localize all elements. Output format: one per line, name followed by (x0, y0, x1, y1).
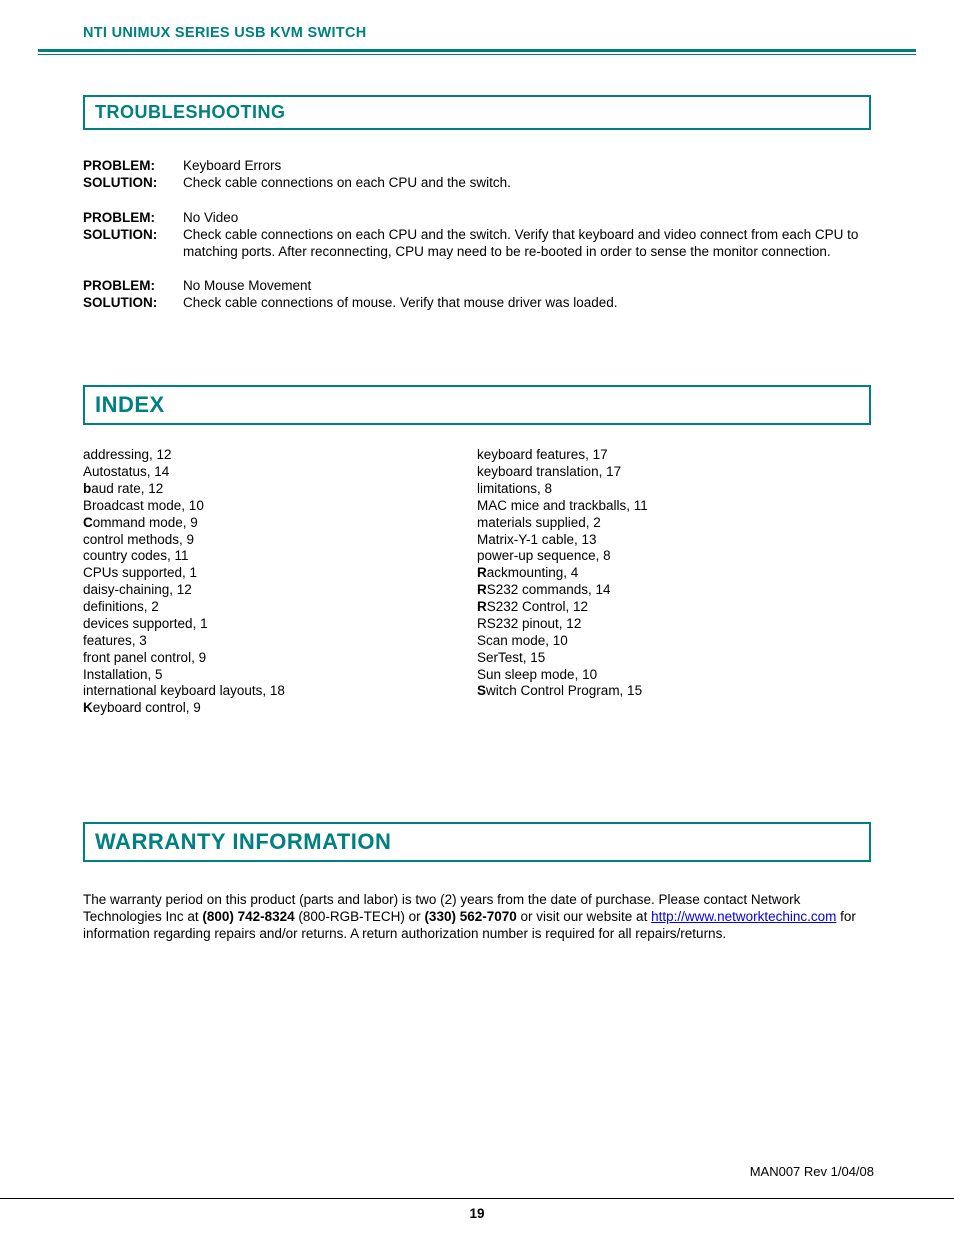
trouble-item: PROBLEM: SOLUTION: No Video Check cable … (83, 210, 871, 261)
index-entry: keyboard translation, 17 (477, 464, 871, 481)
index-entry: definitions, 2 (83, 599, 477, 616)
warranty-content: The warranty period on this product (par… (83, 892, 871, 943)
index-entry: Matrix-Y-1 cable, 13 (477, 532, 871, 549)
troubleshooting-content: PROBLEM: SOLUTION: Keyboard Errors Check… (83, 158, 871, 312)
index-entry: Command mode, 9 (83, 515, 477, 532)
index-entry: Sun sleep mode, 10 (477, 667, 871, 684)
index-entry: daisy-chaining, 12 (83, 582, 477, 599)
index-entry: RS232 Control, 12 (477, 599, 871, 616)
solution-text: Check cable connections on each CPU and … (183, 175, 511, 192)
footer-revision: MAN007 Rev 1/04/08 (750, 1164, 874, 1179)
label-problem: PROBLEM: (83, 210, 183, 227)
label-problem: PROBLEM: (83, 278, 183, 295)
index-entry: MAC mice and trackballs, 11 (477, 498, 871, 515)
index-entry: RS232 commands, 14 (477, 582, 871, 599)
index-entry: Switch Control Program, 15 (477, 683, 871, 700)
index-entry: Rackmounting, 4 (477, 565, 871, 582)
index-entry: keyboard features, 17 (477, 447, 871, 464)
index-entry: front panel control, 9 (83, 650, 477, 667)
index-entry: control methods, 9 (83, 532, 477, 549)
index-entry: devices supported, 1 (83, 616, 477, 633)
warranty-text-mid2: or visit our website at (517, 909, 651, 924)
section-heading-index: INDEX (83, 385, 871, 425)
index-content: addressing, 12Autostatus, 14baud rate, 1… (83, 447, 871, 717)
index-entry: power-up sequence, 8 (477, 548, 871, 565)
trouble-item: PROBLEM: SOLUTION: No Mouse Movement Che… (83, 278, 871, 312)
problem-text: No Video (183, 210, 871, 227)
index-column-left: addressing, 12Autostatus, 14baud rate, 1… (83, 447, 477, 717)
warranty-phone2: (330) 562-7070 (424, 909, 516, 924)
section-heading-troubleshooting: TROUBLESHOOTING (83, 95, 871, 130)
page-number: 19 (0, 1206, 954, 1221)
index-entry: materials supplied, 2 (477, 515, 871, 532)
index-entry: RS232 pinout, 12 (477, 616, 871, 633)
label-solution: SOLUTION: (83, 227, 183, 244)
solution-text: Check cable connections on each CPU and … (183, 227, 871, 261)
index-entry: Keyboard control, 9 (83, 700, 477, 717)
section-heading-warranty: WARRANTY INFORMATION (83, 822, 871, 862)
label-problem: PROBLEM: (83, 158, 183, 175)
index-entry: Autostatus, 14 (83, 464, 477, 481)
document-header-title: NTI UNIMUX SERIES USB KVM SWITCH (38, 25, 916, 49)
index-entry: baud rate, 12 (83, 481, 477, 498)
index-entry: country codes, 11 (83, 548, 477, 565)
header-rule (38, 49, 916, 55)
index-entry: Installation, 5 (83, 667, 477, 684)
solution-text: Check cable connections of mouse. Verify… (183, 295, 617, 312)
index-column-right: keyboard features, 17keyboard translatio… (477, 447, 871, 717)
index-entry: Broadcast mode, 10 (83, 498, 477, 515)
label-solution: SOLUTION: (83, 175, 183, 192)
index-entry: features, 3 (83, 633, 477, 650)
index-entry: limitations, 8 (477, 481, 871, 498)
footer-rule (0, 1198, 954, 1199)
warranty-url-link[interactable]: http://www.networktechinc.com (651, 909, 836, 924)
trouble-item: PROBLEM: SOLUTION: Keyboard Errors Check… (83, 158, 871, 192)
index-entry: addressing, 12 (83, 447, 477, 464)
warranty-phone1: (800) 742-8324 (202, 909, 294, 924)
warranty-text-mid1: (800-RGB-TECH) or (295, 909, 425, 924)
problem-text: No Mouse Movement (183, 278, 617, 295)
index-entry: international keyboard layouts, 18 (83, 683, 477, 700)
problem-text: Keyboard Errors (183, 158, 511, 175)
index-entry: CPUs supported, 1 (83, 565, 477, 582)
label-solution: SOLUTION: (83, 295, 183, 312)
index-entry: SerTest, 15 (477, 650, 871, 667)
index-entry: Scan mode, 10 (477, 633, 871, 650)
